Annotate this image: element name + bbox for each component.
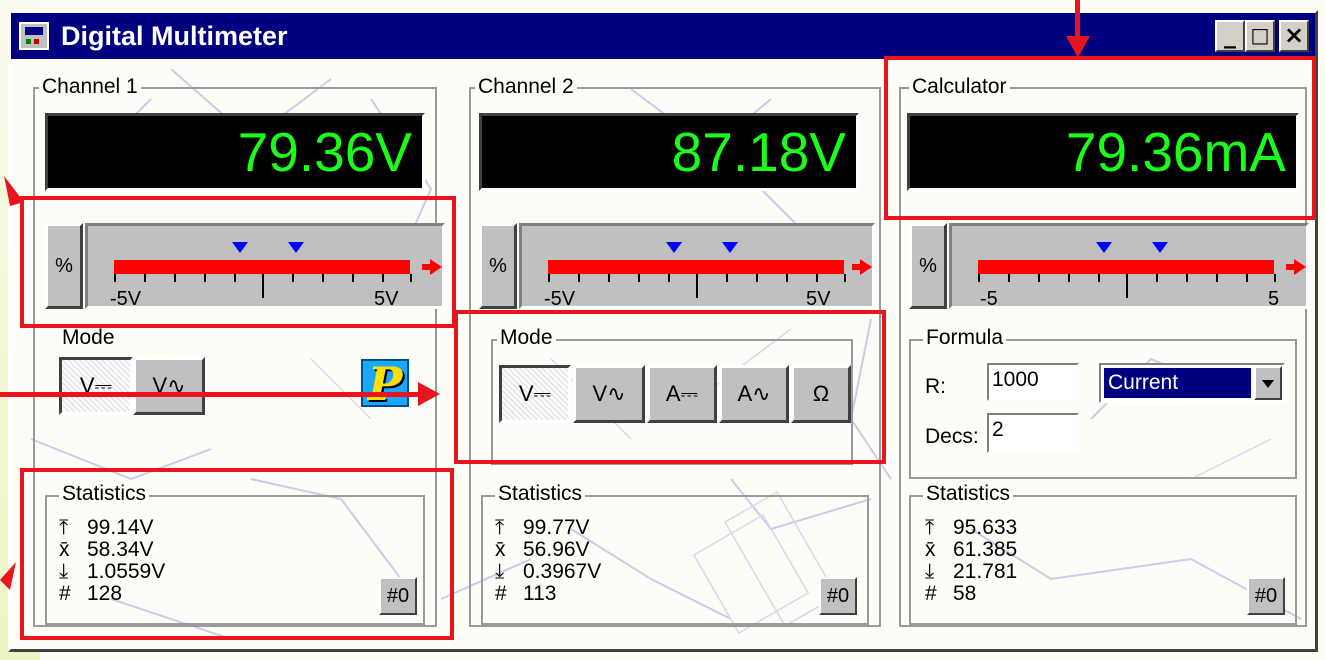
annotation-arrowhead-icon — [1066, 36, 1090, 58]
annotation-arrow-partial-bottom — [0, 562, 16, 590]
max-icon: ⤒ — [495, 516, 505, 539]
calculator-stat-mean: x̄ 61.385 — [925, 538, 1018, 561]
annotation-arrowhead-icon — [418, 382, 440, 406]
calculator-overflow-arrow-icon — [1286, 259, 1306, 275]
channel2-reset-stats-button[interactable]: #0 — [819, 577, 857, 615]
channel1-display: 79.36V — [45, 113, 425, 191]
calculator-formula-title: Formula — [923, 327, 1007, 349]
r-value-input[interactable]: 1000 — [987, 363, 1079, 401]
calculator-tick-axis — [978, 274, 1276, 298]
app-icon[interactable] — [19, 22, 49, 50]
count-icon: # — [925, 582, 937, 605]
channel2-scale-min: -5V — [544, 288, 576, 310]
channel2-display: 87.18V — [479, 113, 859, 191]
channel2-percent-button[interactable]: % — [479, 223, 517, 309]
calculator-formula-group — [909, 339, 1297, 479]
annotation-box-calculator — [884, 56, 1316, 220]
channel1-mode-title: Mode — [62, 326, 115, 349]
formula-selected-value: Current — [1103, 367, 1252, 399]
channel2-stat-min: ⤓ 0.3967V — [495, 560, 602, 583]
calculator-bargraph: -5 5 — [949, 223, 1309, 310]
decs-label: Decs: — [925, 425, 979, 448]
close-button[interactable]: × — [1279, 20, 1309, 52]
channel2-marker-icon — [722, 242, 738, 253]
formula-select[interactable]: Current — [1099, 363, 1285, 403]
annotation-arrow-line — [1075, 0, 1080, 38]
r-label: R: — [925, 375, 946, 398]
calculator-stat-min: ⤓ 21.781 — [925, 560, 1018, 583]
count-icon: # — [495, 582, 507, 605]
channel2-title: Channel 2 — [475, 76, 577, 98]
calculator-marker-icon — [1152, 242, 1168, 253]
channel2-bargraph: -5V 5V — [519, 223, 875, 310]
calculator-statistics-title: Statistics — [923, 483, 1014, 505]
calculator-stat-count: #58 — [925, 582, 977, 605]
calculator-scale-min: -5 — [980, 288, 998, 310]
max-icon: ⤒ — [925, 516, 935, 539]
decs-input[interactable]: 2 — [987, 413, 1079, 453]
annotation-arrow-line — [0, 392, 420, 397]
mean-icon: x̄ — [495, 538, 506, 561]
minimize-button[interactable]: _ — [1215, 20, 1245, 52]
channel1-title: Channel 1 — [39, 76, 141, 98]
channel2-marker-icon — [666, 242, 682, 253]
calculator-percent-button[interactable]: % — [909, 223, 947, 309]
probe-icon[interactable]: P — [361, 359, 409, 407]
channel2-tick-axis — [548, 274, 846, 298]
calculator-scale-max: 5 — [1268, 288, 1280, 310]
calculator-stat-max: ⤒ 95.633 — [925, 516, 1018, 539]
mean-icon: x̄ — [925, 538, 936, 561]
maximize-button[interactable]: □ — [1245, 20, 1275, 52]
channel2-stat-mean: x̄ 56.96V — [495, 538, 590, 561]
chevron-down-icon[interactable] — [1254, 366, 1282, 400]
window-title: Digital Multimeter — [61, 21, 288, 51]
channel2-level-bar — [548, 260, 844, 274]
min-icon: ⤓ — [925, 560, 935, 583]
channel2-statistics-title: Statistics — [495, 483, 586, 505]
channel2-stat-count: #113 — [495, 582, 557, 605]
title-bar[interactable]: Digital Multimeter _ □ × — [11, 13, 1315, 59]
calculator-reset-stats-button[interactable]: #0 — [1247, 577, 1285, 615]
channel2-stat-max: ⤒ 99.77V — [495, 516, 590, 539]
annotation-arrow-partial-top — [4, 176, 24, 206]
channel1-mode-vdc-button[interactable]: V⎓ — [59, 357, 133, 415]
annotation-box-statistics — [20, 468, 454, 640]
channel2-overflow-arrow-icon — [852, 259, 872, 275]
annotation-box-bargraph — [20, 196, 456, 328]
min-icon: ⤓ — [495, 560, 505, 583]
calculator-marker-icon — [1096, 242, 1112, 253]
annotation-box-mode — [454, 310, 886, 464]
channel1-mode-vac-button[interactable]: V∿ — [133, 357, 205, 415]
channel2-scale-max: 5V — [806, 288, 831, 310]
calculator-level-bar — [978, 260, 1274, 274]
